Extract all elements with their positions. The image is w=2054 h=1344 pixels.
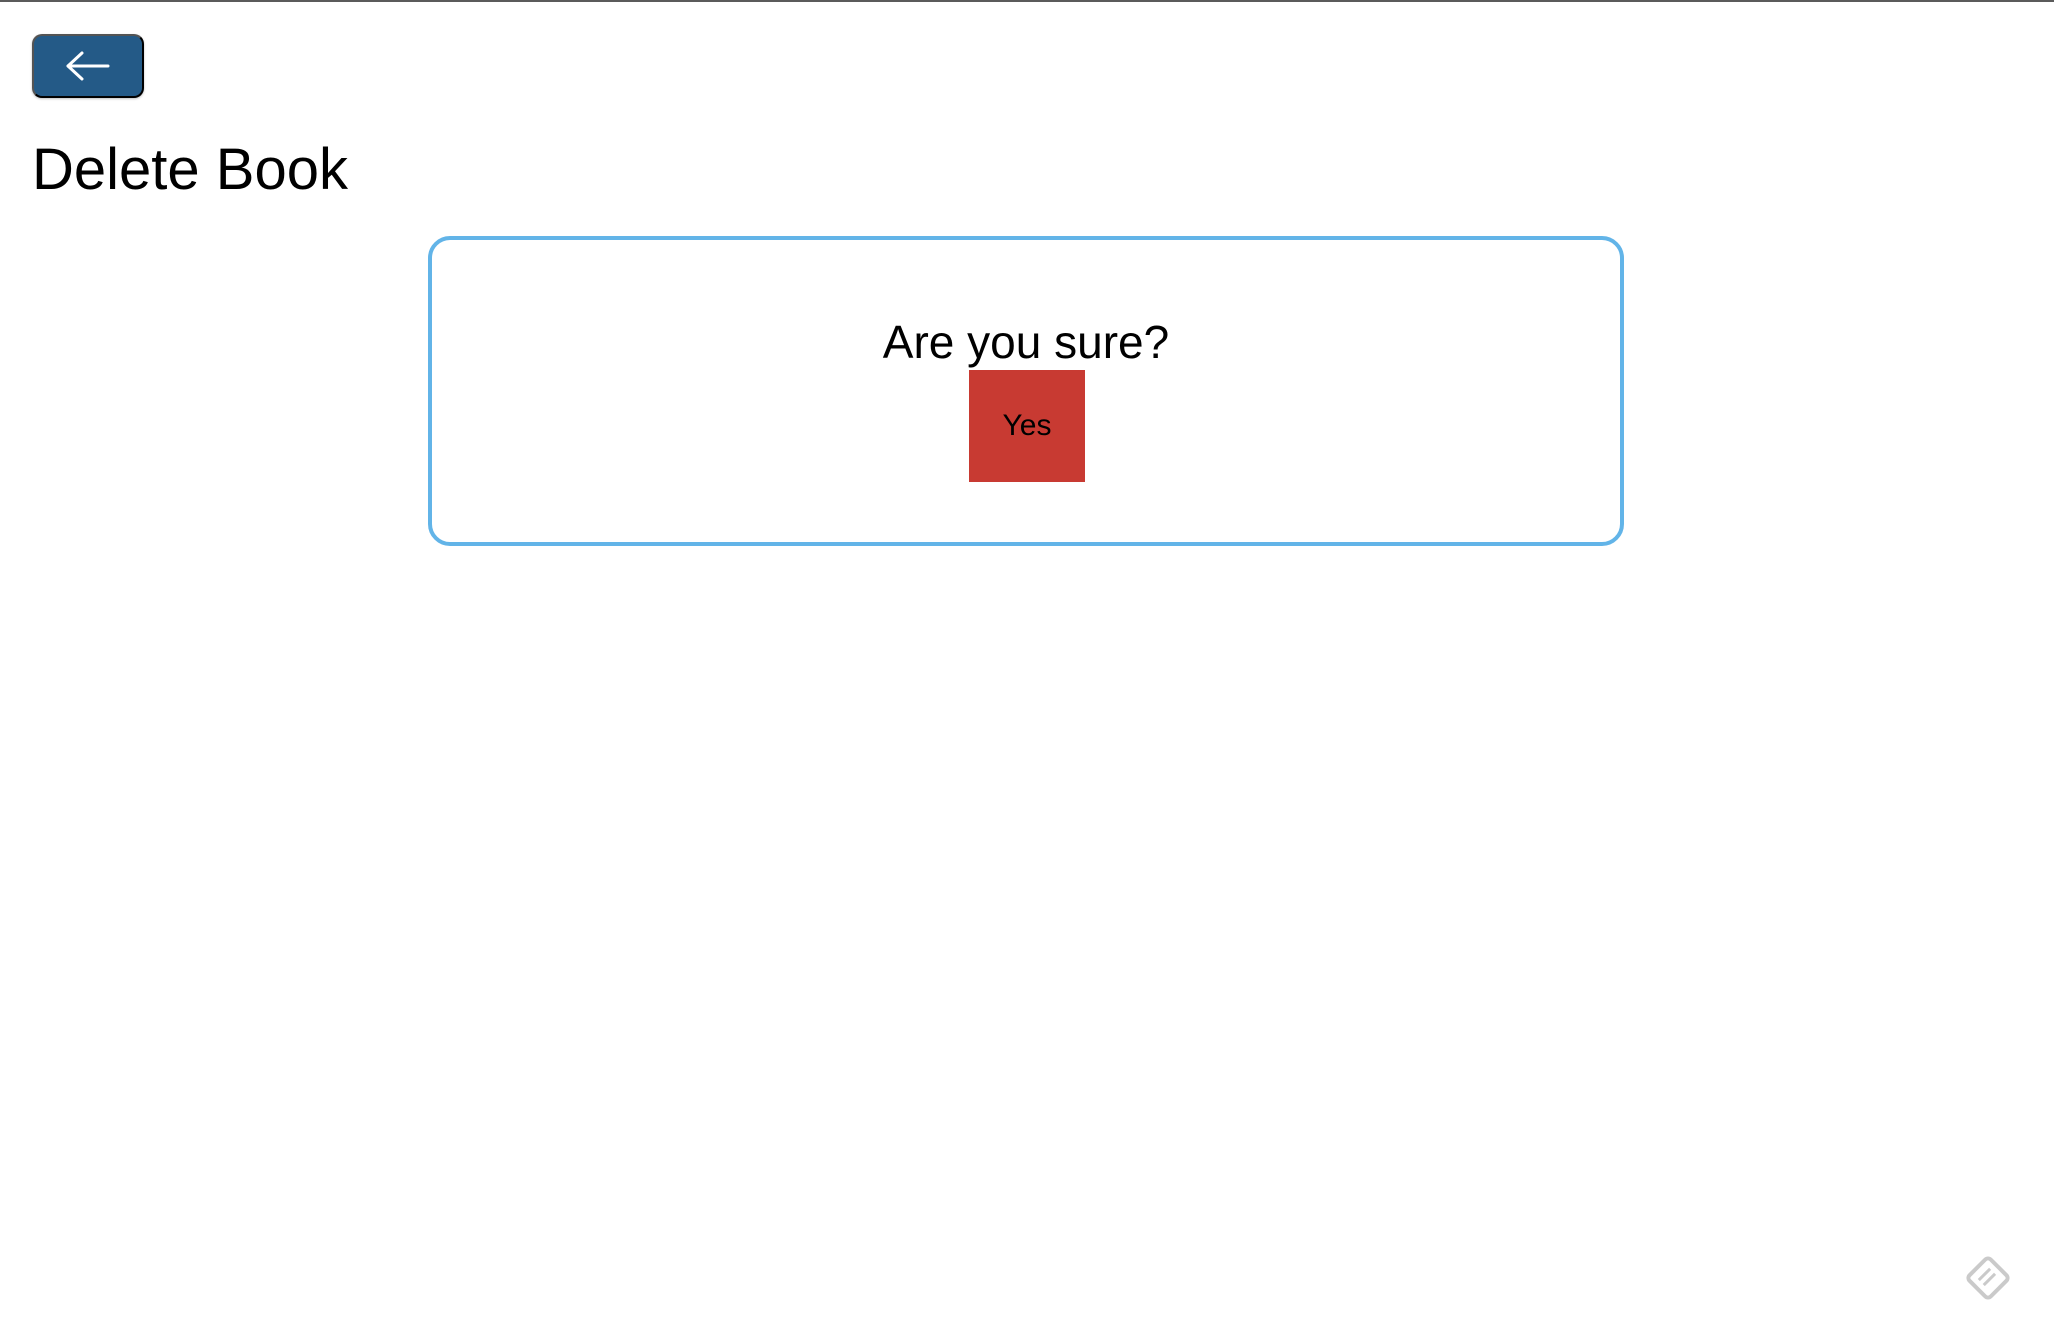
feedback-icon[interactable]	[1962, 1252, 2014, 1304]
back-button[interactable]	[32, 34, 144, 98]
page-title: Delete Book	[32, 137, 348, 202]
confirm-delete-button[interactable]: Yes	[969, 370, 1085, 482]
delete-confirmation-card: Are you sure? Yes	[428, 236, 1624, 546]
confirmation-question: Are you sure?	[882, 316, 1170, 368]
arrow-left-icon	[64, 49, 112, 83]
